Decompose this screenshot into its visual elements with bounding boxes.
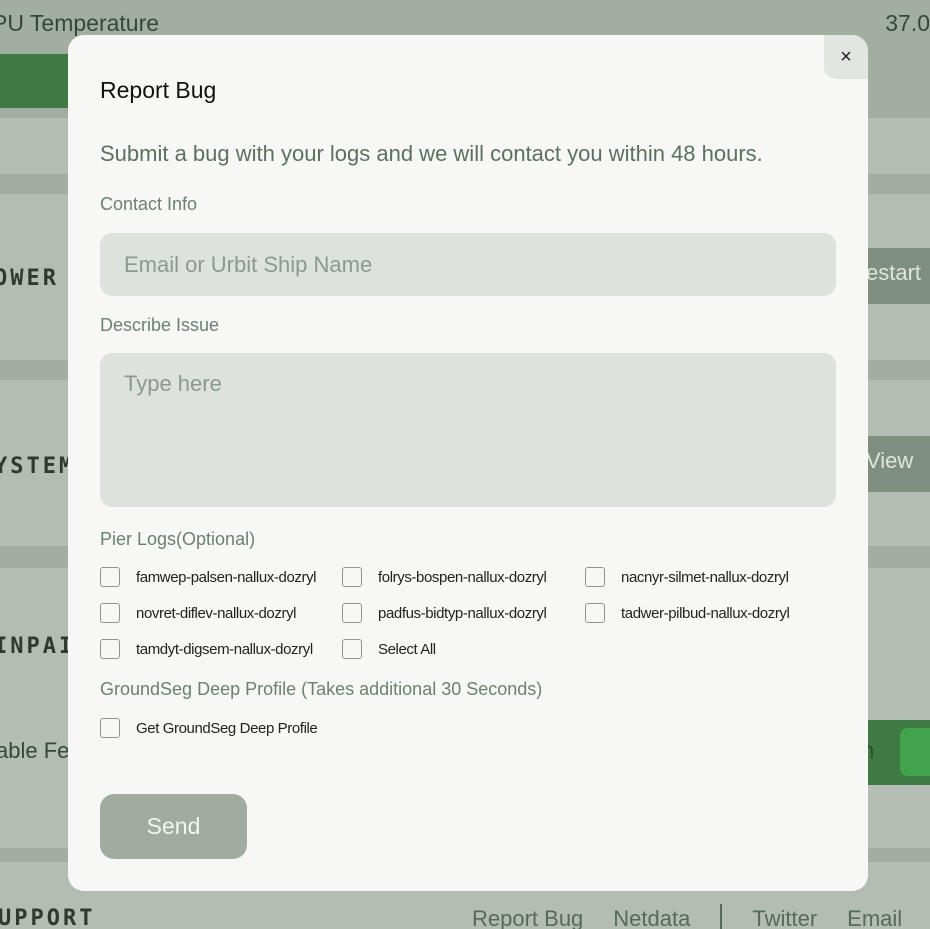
deep-profile-label: GroundSeg Deep Profile (Takes additional… bbox=[100, 679, 543, 699]
report-bug-modal: × Report Bug Submit a bug with your logs… bbox=[68, 35, 868, 891]
section-label-inpai: INPAI bbox=[0, 634, 76, 659]
pier-log-label: tamdyt-digsem-nallux-dozryl bbox=[136, 640, 313, 658]
restart-button[interactable]: estart bbox=[860, 248, 930, 304]
send-button[interactable]: Send bbox=[100, 794, 247, 859]
modal-title: Report Bug bbox=[100, 77, 217, 103]
cpu-temperature-label: PU Temperature bbox=[0, 10, 160, 36]
select-all-item[interactable]: Select All bbox=[342, 639, 436, 659]
pier-log-checkbox[interactable] bbox=[100, 603, 120, 623]
footer-divider bbox=[720, 904, 723, 929]
pier-log-label: nacnyr-silmet-nallux-dozryl bbox=[621, 568, 789, 586]
footer-support-label: UPPORT bbox=[0, 906, 96, 929]
close-button[interactable]: × bbox=[824, 35, 868, 79]
pier-log-label: folrys-bospen-nallux-dozryl bbox=[378, 568, 547, 586]
pier-log-item[interactable]: folrys-bospen-nallux-dozryl bbox=[342, 567, 547, 587]
pier-logs-label: Pier Logs(Optional) bbox=[100, 529, 256, 549]
close-icon: × bbox=[840, 45, 852, 68]
deep-profile-option-label: Get GroundSeg Deep Profile bbox=[136, 719, 318, 737]
describe-issue-textarea[interactable] bbox=[100, 353, 836, 507]
describe-issue-label: Describe Issue bbox=[100, 315, 220, 335]
footer-link-report-bug[interactable]: Report Bug bbox=[472, 906, 583, 929]
contact-info-input[interactable] bbox=[100, 233, 836, 296]
pier-log-item[interactable]: tadwer-pilbud-nallux-dozryl bbox=[585, 603, 790, 623]
pier-log-checkbox[interactable] bbox=[100, 639, 120, 659]
deep-profile-checkbox[interactable] bbox=[100, 718, 120, 738]
pier-log-item[interactable]: nacnyr-silmet-nallux-dozryl bbox=[585, 567, 789, 587]
footer-link-netdata[interactable]: Netdata bbox=[613, 906, 690, 929]
pier-log-label: padfus-bidtyp-nallux-dozryl bbox=[378, 604, 547, 622]
footer-link-twitter[interactable]: Twitter bbox=[752, 906, 817, 929]
pier-log-checkbox[interactable] bbox=[100, 567, 120, 587]
pier-log-checkbox[interactable] bbox=[342, 567, 362, 587]
pier-log-label: tadwer-pilbud-nallux-dozryl bbox=[621, 604, 790, 622]
background-green-bar bbox=[0, 54, 72, 108]
contact-info-label: Contact Info bbox=[100, 194, 198, 214]
footer-link-email[interactable]: Email bbox=[847, 906, 902, 929]
modal-subtitle: Submit a bug with your logs and we will … bbox=[100, 141, 763, 166]
view-button[interactable]: View bbox=[860, 436, 930, 492]
select-all-checkbox[interactable] bbox=[342, 639, 362, 659]
select-all-label: Select All bbox=[378, 640, 436, 658]
pier-log-label: famwep-palsen-nallux-dozryl bbox=[136, 568, 317, 586]
section-label-power: OWER bbox=[0, 266, 59, 291]
pier-log-label: novret-diflev-nallux-dozryl bbox=[136, 604, 297, 622]
pier-log-item[interactable]: novret-diflev-nallux-dozryl bbox=[100, 603, 297, 623]
deep-profile-item[interactable]: Get GroundSeg Deep Profile bbox=[100, 718, 318, 738]
pier-log-item[interactable]: tamdyt-digsem-nallux-dozryl bbox=[100, 639, 313, 659]
footer-links: Report Bug Netdata Twitter Email U bbox=[472, 904, 930, 929]
pier-log-item[interactable]: padfus-bidtyp-nallux-dozryl bbox=[342, 603, 547, 623]
feature-toggle[interactable] bbox=[900, 728, 930, 776]
pier-log-checkbox[interactable] bbox=[585, 567, 605, 587]
pier-log-checkbox[interactable] bbox=[342, 603, 362, 623]
section-label-system: YSTEM bbox=[0, 454, 76, 479]
pier-log-item[interactable]: famwep-palsen-nallux-dozryl bbox=[100, 567, 317, 587]
feature-label: able Fe bbox=[0, 738, 70, 763]
pier-log-checkbox[interactable] bbox=[585, 603, 605, 623]
cpu-temperature-value: 37.0 bbox=[885, 10, 930, 36]
